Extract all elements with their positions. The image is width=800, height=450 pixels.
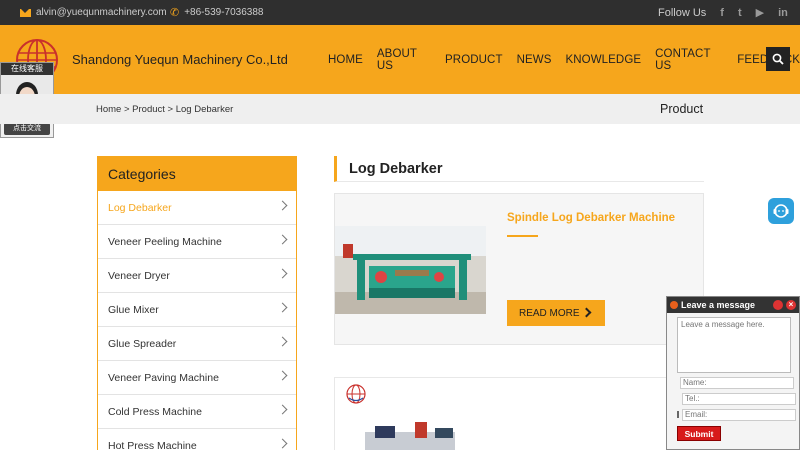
category-label: Glue Mixer [108,303,159,316]
online-service-label: 在线客服 [1,63,53,75]
customer-service-button[interactable] [768,198,794,224]
product-image[interactable] [335,226,486,314]
email-field-row [677,408,796,421]
chevron-right-icon [277,234,288,245]
search-icon [772,53,784,65]
nav-about-us[interactable]: ABOUT US [377,48,431,72]
breadcrumb-band: Home > Product > Log Debarker Product [0,94,800,124]
message-widget-header[interactable]: Leave a message × [667,297,799,313]
breadcrumb[interactable]: Home > Product > Log Debarker [96,94,233,124]
section-title: Product [660,102,704,116]
globe-logo-icon [346,384,366,404]
contact-email[interactable]: alvin@yuequnmachinery.com [20,0,167,25]
category-item-hot-press-machine[interactable]: Hot Press Machine [98,429,296,450]
phone-icon: ✆ [170,7,180,19]
close-icon[interactable]: × [786,300,796,310]
submit-button[interactable]: Submit [677,426,721,441]
category-item-veneer-peeling-machine[interactable]: Veneer Peeling Machine [98,225,296,259]
contact-phone[interactable]: ✆ +86-539-7036388 [170,0,263,25]
product-image[interactable] [345,418,475,450]
follow-label: Follow Us [658,6,707,19]
nav-product[interactable]: PRODUCT [445,54,503,66]
click-to-chat-button[interactable]: 点击交流 [4,123,50,135]
nav-home[interactable]: HOME [328,54,363,66]
category-item-glue-spreader[interactable]: Glue Spreader [98,327,296,361]
main-nav: HOME ABOUT US PRODUCT NEWS KNOWLEDGE CON… [328,25,800,94]
page-title: Log Debarker [334,156,704,182]
company-name[interactable]: Shandong Yuequn Machinery Co.,Ltd [72,25,288,94]
category-label: Glue Spreader [108,337,177,350]
category-label: Cold Press Machine [108,405,202,418]
name-field-row [677,376,794,389]
product-card[interactable] [334,377,704,450]
search-button[interactable] [766,47,790,71]
phone-text: +86-539-7036388 [184,7,264,18]
site-header: Shandong Yuequn Machinery Co.,Ltd HOME A… [0,25,800,94]
chevron-right-icon [277,268,288,279]
name-field[interactable] [680,376,794,389]
category-label: Veneer Dryer [108,269,170,282]
headset-icon [773,204,789,218]
chevron-right-icon [277,404,288,415]
chevron-right-icon [277,302,288,313]
facebook-icon[interactable]: f [720,7,724,19]
chevron-right-icon [277,370,288,381]
title-underline [507,235,538,237]
category-item-cold-press-machine[interactable]: Cold Press Machine [98,395,296,429]
category-item-log-debarker[interactable]: Log Debarker [98,191,296,225]
product-name[interactable]: Spindle Log Debarker Machine [507,212,675,224]
category-item-veneer-dryer[interactable]: Veneer Dryer [98,259,296,293]
category-item-veneer-paving-machine[interactable]: Veneer Paving Machine [98,361,296,395]
product-card[interactable]: Spindle Log Debarker Machine READ MORE [334,193,704,345]
twitter-icon[interactable]: t [738,7,742,19]
youtube-icon[interactable]: ▶ [756,6,764,19]
nav-news[interactable]: NEWS [517,54,552,66]
leave-message-widget: Leave a message × Submit [666,296,800,450]
top-bar: alvin@yuequnmachinery.com ✆ +86-539-7036… [0,0,800,25]
linkedin-icon[interactable]: in [778,7,788,19]
category-item-glue-mixer[interactable]: Glue Mixer [98,293,296,327]
read-more-label: READ MORE [519,307,580,319]
tel-field[interactable] [682,392,796,405]
categories-panel: Categories Log Debarker Veneer Peeling M… [97,156,297,450]
category-label: Veneer Peeling Machine [108,235,222,248]
read-more-button[interactable]: READ MORE [507,300,605,326]
chevron-right-icon [277,336,288,347]
category-label: Veneer Paving Machine [108,371,219,384]
minimize-icon[interactable] [773,300,783,310]
tel-field-row [677,392,796,405]
chevron-right-icon [277,200,288,211]
envelope-icon [677,411,679,418]
message-widget-title: Leave a message [681,300,756,310]
email-text: alvin@yuequnmachinery.com [36,7,167,18]
categories-title: Categories [98,157,296,191]
arrow-right-icon [581,307,592,318]
message-textarea[interactable] [677,317,791,373]
category-label: Hot Press Machine [108,439,197,450]
nav-contact-us[interactable]: CONTACT US [655,48,723,72]
envelope-icon [20,8,31,17]
category-label: Log Debarker [108,201,172,214]
email-field[interactable] [682,408,796,421]
chevron-right-icon [277,438,288,449]
nav-knowledge[interactable]: KNOWLEDGE [565,54,641,66]
message-logo-icon [670,301,678,309]
follow-us: Follow Us f t ▶ in [658,0,788,25]
